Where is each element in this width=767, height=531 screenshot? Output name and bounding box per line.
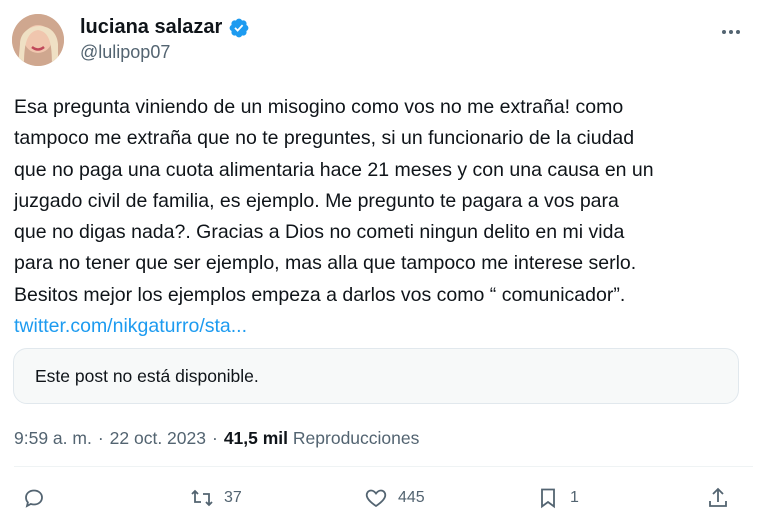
reply-button[interactable] — [22, 486, 56, 510]
reply-icon — [25, 489, 43, 508]
handle[interactable]: @lulipop07 — [80, 42, 170, 63]
post-text: Esa pregunta viniendo de un misogino com… — [14, 92, 744, 342]
share-icon — [709, 487, 727, 507]
views-count: 41,5 mil — [223, 428, 289, 448]
post-line: Esa pregunta viniendo de un misogino com… — [14, 96, 624, 118]
post-link[interactable]: twitter.com/nikgaturro/sta... — [14, 315, 247, 337]
bookmark-icon — [541, 488, 555, 509]
heart-icon — [365, 489, 387, 508]
bookmark-button[interactable]: 1 — [536, 486, 579, 510]
post-line: tampoco me extraña que no te preguntes, … — [14, 127, 635, 150]
views-label: Reproducciones — [292, 428, 420, 448]
meta-separator: · — [211, 428, 218, 448]
verified-badge-icon — [228, 17, 250, 39]
divider — [14, 466, 753, 467]
post-meta: 9:59 a. m. · 22 oct. 2023 · 41,5 mil Rep… — [14, 428, 419, 449]
retweet-count: 37 — [224, 489, 242, 506]
post-line: que no digas nada?. Gracias a Dios no co… — [14, 221, 625, 244]
meta-separator: · — [97, 428, 104, 448]
post-line: juzgado civil de familia, es ejemplo. Me… — [14, 189, 619, 212]
more-icon[interactable] — [717, 18, 745, 46]
post-line: Besitos mejor los ejemplos empeza a darl… — [14, 283, 626, 306]
display-name[interactable]: luciana salazar — [80, 16, 222, 39]
post-time[interactable]: 9:59 a. m. — [14, 428, 92, 449]
post-date[interactable]: 22 oct. 2023 — [110, 428, 206, 449]
avatar[interactable] — [12, 14, 64, 66]
bookmark-count: 1 — [570, 489, 579, 506]
like-count: 445 — [398, 489, 425, 506]
retweet-button[interactable]: 37 — [190, 486, 242, 510]
share-button[interactable] — [706, 486, 730, 510]
post-header: luciana salazar @lulipop07 — [12, 12, 751, 68]
quoted-unavailable-text: Este post no está disponible. — [35, 366, 259, 386]
post-line: que no paga una cuota alimentaria hace 2… — [14, 158, 654, 181]
post-line: para no tener que ser ejemplo, mas alla … — [14, 252, 637, 275]
quoted-post-card[interactable]: Este post no está disponible. — [13, 348, 739, 404]
retweet-icon — [191, 489, 213, 507]
like-button[interactable]: 445 — [364, 486, 425, 510]
